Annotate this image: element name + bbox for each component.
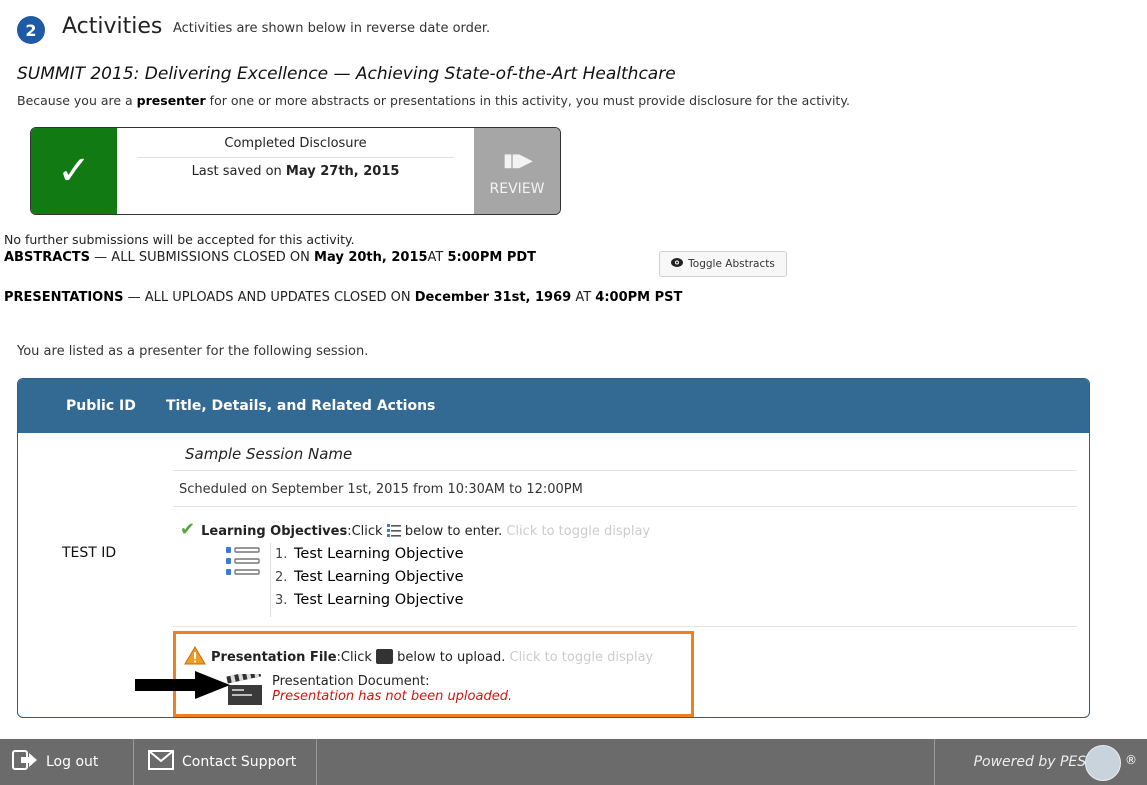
list-item: 1. Test Learning Objective [275, 546, 464, 562]
lo-toggle-link[interactable]: Click to toggle display [502, 524, 650, 539]
presentation-file-row: Presentation File:Click below to upload.… [184, 646, 653, 669]
sessions-table: Public ID Title, Details, and Related Ac… [17, 378, 1090, 718]
list-icon [386, 523, 401, 537]
pf-label: Presentation File [211, 650, 337, 665]
check-icon: ✔ [180, 519, 196, 540]
logout-icon [12, 750, 38, 774]
presentation-document: Presentation Document: Presentation has … [272, 674, 512, 704]
divider [316, 739, 317, 785]
arrow-right-icon: ▮▮▶ [503, 150, 533, 171]
logout-button[interactable]: Log out [12, 739, 98, 785]
no-further-notice: No further submissions will be accepted … [4, 232, 355, 247]
check-icon: ✓ [31, 128, 117, 214]
divider [173, 470, 1077, 471]
session-name: Sample Session Name [185, 445, 353, 463]
divider [934, 739, 935, 785]
registered-mark: ® [1125, 753, 1137, 767]
warning-icon [184, 646, 206, 669]
session-schedule: Scheduled on September 1st, 2015 from 10… [179, 482, 583, 497]
toggle-abstracts-button[interactable]: Toggle Abstracts [659, 251, 787, 277]
step-badge: 2 [17, 16, 45, 44]
eye-icon [671, 258, 684, 270]
disclosure-card: ✓ Completed Disclosure Last saved on May… [30, 127, 561, 215]
pesg-logo[interactable] [1085, 745, 1121, 781]
divider [133, 739, 134, 785]
lo-label: Learning Objectives [201, 524, 348, 539]
col-title: Title, Details, and Related Actions [166, 398, 436, 414]
presentation-file-section: Presentation File:Click below to upload.… [173, 631, 694, 717]
list-item: 3. Test Learning Objective [275, 592, 464, 608]
page-subtitle: Activities are shown below in reverse da… [173, 21, 491, 36]
public-id-cell: TEST ID [62, 545, 117, 561]
disclosure-status: Completed Disclosure [137, 136, 454, 158]
objectives-list: 1. Test Learning Objective 2. Test Learn… [270, 543, 464, 617]
presentations-deadline: PRESENTATIONS — ALL UPLOADS AND UPDATES … [4, 290, 683, 305]
doc-label: Presentation Document: [272, 674, 430, 689]
table-header: Public ID Title, Details, and Related Ac… [18, 379, 1089, 433]
learning-objectives-row: ✔ Learning Objectives:Click below to ente… [180, 519, 651, 540]
abstracts-deadline: ABSTRACTS — ALL SUBMISSIONS CLOSED ON Ma… [4, 250, 537, 265]
listed-notice: You are listed as a presenter for the fo… [17, 344, 369, 359]
contact-support-button[interactable]: Contact Support [148, 739, 296, 785]
doc-status: Presentation has not been uploaded. [272, 689, 513, 704]
powered-by[interactable]: Powered by PESG [974, 754, 1097, 770]
review-label: REVIEW [489, 181, 545, 197]
presenter-notice: Because you are a presenter for one or m… [17, 93, 850, 108]
pointer-arrow-icon [135, 671, 230, 703]
page-title: Activities [62, 14, 163, 39]
col-public-id: Public ID [66, 398, 136, 414]
edit-objectives-icon[interactable] [226, 547, 260, 581]
activity-title: SUMMIT 2015: Delivering Excellence — Ach… [17, 64, 676, 84]
contact-support-label: Contact Support [182, 754, 297, 770]
review-button[interactable]: ▮▮▶ REVIEW [474, 128, 560, 214]
footer: Log out Contact Support Powered by PESG … [0, 739, 1147, 785]
toggle-abstracts-label: Toggle Abstracts [688, 258, 775, 270]
divider [173, 626, 1077, 627]
disclosure-saved: Last saved on May 27th, 2015 [191, 164, 400, 179]
envelope-icon [148, 750, 174, 774]
clapperboard-icon [376, 649, 394, 664]
upload-clapperboard-icon[interactable] [226, 669, 266, 710]
pf-toggle-link[interactable]: Click to toggle display [505, 650, 653, 665]
logout-label: Log out [46, 754, 99, 770]
list-item: 2. Test Learning Objective [275, 569, 464, 585]
divider [173, 506, 1077, 507]
